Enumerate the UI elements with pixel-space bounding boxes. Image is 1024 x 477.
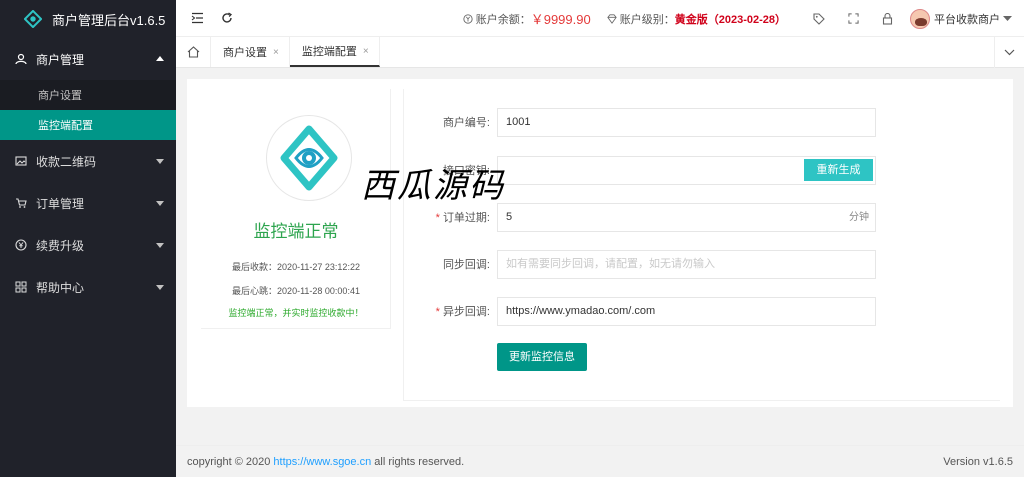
- close-icon[interactable]: ×: [363, 46, 369, 57]
- sync-callback-label: 同步回调:: [442, 259, 490, 271]
- sidebar-group-label: 商户管理: [36, 52, 85, 67]
- menu-toggle-button[interactable]: [182, 0, 212, 37]
- caret-up-icon: [156, 56, 164, 61]
- async-callback-input[interactable]: https://www.ymadao.com/.com: [497, 297, 876, 326]
- app-logo-icon: [24, 10, 42, 28]
- tab-merchant-settings[interactable]: 商户设置 ×: [211, 37, 290, 67]
- balance-value: ￥9999.90: [530, 12, 591, 27]
- sidebar-item-label: 监控端配置: [38, 120, 93, 132]
- lock-button[interactable]: [870, 0, 904, 37]
- async-callback-label: * 异步回调:: [404, 297, 490, 327]
- sidebar-group-label: 订单管理: [36, 196, 85, 211]
- tag-icon: [813, 12, 825, 25]
- caret-down-icon: [156, 159, 164, 164]
- avatar: [910, 8, 930, 29]
- merchant-icon: [14, 52, 28, 66]
- app-logo: 商户管理后台v1.6.5: [0, 0, 176, 38]
- monitor-logo: [266, 115, 352, 201]
- sidebar-group-qrcode[interactable]: 收款二维码: [0, 140, 176, 182]
- sidebar-group-help[interactable]: 帮助中心: [0, 266, 176, 308]
- caret-down-icon: [156, 243, 164, 248]
- copyright-prefix: copyright © 2020: [187, 455, 271, 468]
- version: Version v1.6.5: [943, 455, 1013, 468]
- sidebar-group-label: 帮助中心: [36, 280, 85, 295]
- diamond-icon: [607, 13, 617, 24]
- sync-callback-input[interactable]: 如有需要同步回调，请配置，如无请勿输入: [497, 250, 876, 279]
- tab-home[interactable]: [176, 37, 211, 67]
- sidebar-group-label: 续费升级: [36, 238, 85, 253]
- balance-label: 账户余额：: [475, 13, 531, 26]
- fullscreen-icon: [847, 13, 859, 24]
- sidebar-group-renew[interactable]: 续费升级: [0, 224, 176, 266]
- monitor-config-form: 商户编号: 1001 接口密钥: 重新生成 * 订单过期: 5 分钟 同步回调: …: [403, 89, 1000, 401]
- apps-icon: [14, 280, 28, 294]
- async-callback-row: * 异步回调: https://www.ymadao.com/.com: [404, 297, 1001, 327]
- copyright-suffix: all rights reserved.: [374, 455, 465, 468]
- account-level: 账户级别： 黄金版（2023-02-28）: [607, 11, 786, 27]
- cart-icon: [14, 196, 28, 210]
- chevron-down-icon: [1004, 49, 1015, 56]
- order-expire-label: * 订单过期:: [404, 203, 490, 233]
- user-name: 平台收款商户: [934, 13, 1000, 26]
- yen-icon: [14, 238, 28, 252]
- lock-icon: [882, 12, 892, 25]
- header-right: 账户余额： ￥9999.90 账户级别： 黄金版（2023-02-28） 平台收…: [463, 0, 1024, 37]
- async-callback-label-text: 异步回调:: [442, 306, 490, 318]
- monitor-status-panel: 监控端正常 最后收款：2020-11-27 23:12:22 最后心跳：2020…: [201, 89, 391, 329]
- last-heartbeat-time: 最后心跳：2020-11-28 00:00:41: [232, 286, 360, 296]
- merchant-no-label: 商户编号:: [442, 117, 490, 129]
- footer: copyright © 2020 https://www.sgoe.cn all…: [176, 445, 1024, 477]
- user-menu[interactable]: 平台收款商户: [904, 8, 1024, 29]
- monitor-status-message: 监控端正常，并实时监控收款中！: [228, 308, 364, 318]
- tab-label: 监控端配置: [301, 46, 357, 58]
- footer-link[interactable]: https://www.sgoe.cn: [273, 456, 371, 468]
- tab-label: 商户设置: [223, 47, 267, 59]
- top-header: 账户余额： ￥9999.90 账户级别： 黄金版（2023-02-28） 平台收…: [176, 0, 1024, 37]
- menu-fold-icon: [191, 12, 203, 24]
- sidebar-item-merchant-settings[interactable]: 商户设置: [0, 80, 176, 110]
- sidebar: 商户管理后台v1.6.5 商户管理 商户设置 监控端配置 收款二维码 订单管理: [0, 0, 176, 477]
- home-icon: [187, 46, 199, 58]
- account-balance: 账户余额： ￥9999.90: [463, 9, 591, 28]
- refresh-icon: [222, 12, 232, 23]
- last-payment-time: 最后收款：2020-11-27 23:12:22: [232, 262, 360, 272]
- app-title: 商户管理后台v1.6.5: [52, 12, 166, 28]
- tab-monitor-config[interactable]: 监控端配置 ×: [289, 37, 380, 67]
- watermark-text: 西瓜源码: [361, 166, 505, 206]
- level-label: 账户级别：: [619, 13, 675, 26]
- required-mark: *: [435, 212, 440, 224]
- order-expire-input[interactable]: 5: [497, 203, 876, 232]
- merchant-no-row: 商户编号: 1001: [404, 108, 1001, 138]
- sidebar-item-monitor-config[interactable]: 监控端配置: [0, 110, 176, 140]
- order-expire-label-text: 订单过期:: [442, 212, 490, 224]
- regenerate-button[interactable]: 重新生成: [804, 159, 873, 181]
- monitor-eye-icon: [280, 125, 338, 191]
- sidebar-group-merchant[interactable]: 商户管理: [0, 38, 176, 80]
- copyright: copyright © 2020 https://www.sgoe.cn all…: [187, 456, 464, 468]
- fullscreen-button[interactable]: [836, 0, 870, 37]
- monitor-config-card: 监控端正常 最后收款：2020-11-27 23:12:22 最后心跳：2020…: [187, 79, 1013, 407]
- tab-more-button[interactable]: [994, 37, 1024, 68]
- refresh-button[interactable]: [212, 0, 242, 37]
- required-mark: *: [435, 306, 440, 318]
- tag-button[interactable]: [802, 0, 836, 37]
- chevron-down-icon: [1003, 15, 1012, 21]
- image-icon: [14, 154, 28, 168]
- update-monitor-button[interactable]: 更新监控信息: [497, 343, 587, 371]
- caret-down-icon: [156, 285, 164, 290]
- close-icon[interactable]: ×: [273, 47, 279, 58]
- sidebar-group-orders[interactable]: 订单管理: [0, 182, 176, 224]
- sidebar-item-label: 商户设置: [38, 90, 82, 102]
- merchant-no-input[interactable]: 1001: [497, 108, 876, 137]
- caret-down-icon: [156, 201, 164, 206]
- level-value: 黄金版（2023-02-28）: [674, 13, 786, 26]
- monitor-status-title: 监控端正常: [253, 222, 339, 241]
- order-expire-unit: 分钟: [849, 212, 869, 223]
- submenu-merchant: 商户设置 监控端配置: [0, 80, 176, 140]
- sidebar-group-label: 收款二维码: [36, 154, 97, 169]
- sync-callback-row: 同步回调: 如有需要同步回调，请配置，如无请勿输入: [404, 250, 1001, 280]
- yen-circle-icon: [463, 13, 473, 24]
- tab-bar: 商户设置 × 监控端配置 ×: [176, 37, 1024, 68]
- order-expire-row: * 订单过期: 5 分钟: [404, 203, 1001, 233]
